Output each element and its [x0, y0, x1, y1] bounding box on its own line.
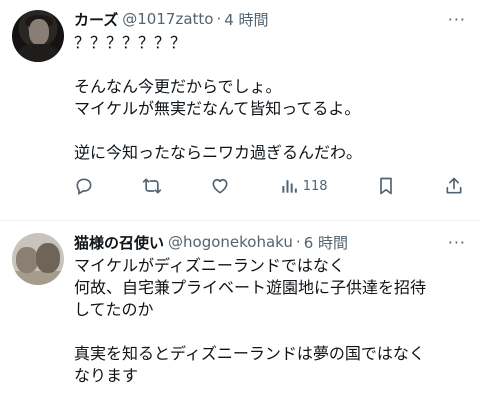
share-button[interactable]: [444, 176, 464, 196]
separator-dot: ·: [216, 10, 222, 28]
bookmark-button[interactable]: [376, 176, 396, 196]
tweet-header: カーズ @1017zatto · 4 時間 ···: [74, 8, 468, 30]
separator-dot: ·: [295, 233, 301, 251]
action-bar: 118: [74, 176, 468, 196]
views-count: 118: [302, 178, 328, 194]
tweet-line: 何故、自宅兼プライベート遊園地に子供達を招待: [74, 278, 427, 297]
tweet-line: ？？？？？？？: [74, 33, 187, 52]
avatar[interactable]: [12, 10, 64, 62]
tweet-line: してたのか: [74, 300, 154, 319]
tweet-line: マイケルがディズニーランドではなく: [74, 256, 345, 275]
tweet-line: そんなん今更だからでしょ。: [74, 77, 282, 96]
more-options-icon[interactable]: ···: [448, 10, 468, 29]
views-icon: [282, 180, 297, 193]
timestamp[interactable]: 4 時間: [224, 9, 268, 30]
timestamp[interactable]: 6 時間: [304, 232, 348, 253]
tweet-text: マイケルがディズニーランドではなく 何故、自宅兼プライベート遊園地に子供達を招待…: [74, 255, 468, 387]
retweet-button[interactable]: [142, 176, 162, 196]
reply-button[interactable]: [74, 176, 94, 196]
tweet-line: 真実を知るとディズニーランドは夢の国ではなく: [74, 344, 425, 363]
retweet-icon: [143, 178, 162, 194]
user-handle[interactable]: @1017zatto: [122, 10, 213, 28]
display-name[interactable]: 猫様の召使い: [74, 232, 164, 253]
tweet-text: ？？？？？？？ そんなん今更だからでしょ。 マイケルが無実だなんて皆知ってるよ。…: [74, 32, 468, 164]
avatar[interactable]: [12, 233, 64, 285]
tweet-line: 逆に今知ったならニワカ過ぎるんだわ。: [74, 143, 363, 162]
like-button[interactable]: [210, 176, 230, 196]
tweet[interactable]: カーズ @1017zatto · 4 時間 ··· ？？？？？？？ そんなん今更…: [0, 0, 480, 220]
tweet[interactable]: 猫様の召使い @hogonekohaku · 6 時間 ··· マイケルがディズ…: [0, 220, 480, 399]
bookmark-icon: [379, 177, 392, 195]
display-name[interactable]: カーズ: [74, 9, 118, 30]
like-icon: [212, 178, 228, 194]
views-button[interactable]: 118: [279, 176, 328, 196]
tweet-line: なります: [74, 366, 139, 385]
tweet-header: 猫様の召使い @hogonekohaku · 6 時間 ···: [74, 231, 468, 253]
tweet-line: マイケルが無実だなんて皆知ってるよ。: [74, 99, 361, 118]
share-icon: [446, 177, 462, 194]
reply-icon: [76, 178, 92, 195]
more-options-icon[interactable]: ···: [448, 233, 468, 252]
user-handle[interactable]: @hogonekohaku: [168, 233, 293, 251]
